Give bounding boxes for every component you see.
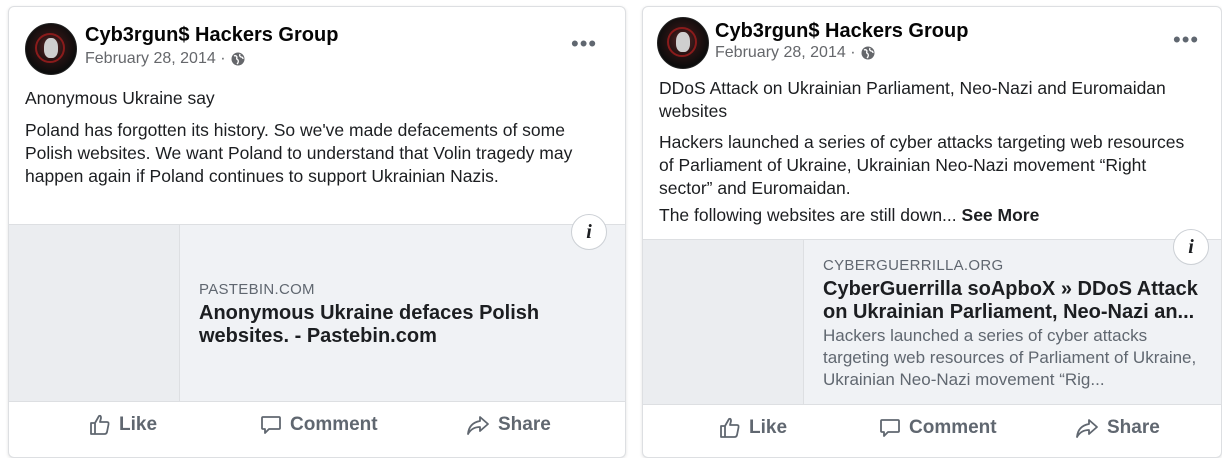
thumbs-up-icon	[90, 414, 110, 435]
avatar-mask-figure	[44, 38, 58, 58]
like-label: Like	[119, 414, 158, 435]
post-card-2: Cyb3rgun$ Hackers Group February 28, 201…	[642, 6, 1222, 458]
author-name[interactable]: Cyb3rgun$ Hackers Group	[85, 24, 338, 47]
like-button[interactable]: Like	[89, 403, 157, 447]
globe-icon	[231, 52, 245, 66]
link-preview[interactable]: CYBERGUERRILLA.ORG CyberGuerrilla soApbo…	[643, 239, 1221, 405]
like-label: Like	[749, 417, 788, 438]
author-avatar[interactable]	[25, 23, 77, 75]
link-title[interactable]: CyberGuerrilla soApboX » DDoS Attack on …	[823, 278, 1203, 324]
post-text-line-1: DDoS Attack on Ukrainian Parliament, Neo…	[659, 78, 1166, 121]
post-text-body: Poland has forgotten its history. So we'…	[25, 120, 573, 186]
comment-label: Comment	[290, 414, 378, 435]
comment-button[interactable]: Comment	[879, 406, 997, 450]
avatar-mask-figure	[676, 32, 690, 52]
link-domain: CYBERGUERRILLA.ORG	[823, 257, 1004, 274]
post-actions: Like Comment Share	[643, 406, 1221, 450]
author-avatar[interactable]	[657, 17, 709, 69]
post-date[interactable]: February 28, 2014 ·	[85, 50, 245, 68]
share-label: Share	[1107, 417, 1160, 438]
info-icon[interactable]: i	[571, 214, 607, 250]
link-thumbnail	[643, 240, 804, 404]
info-icon[interactable]: i	[1173, 229, 1209, 265]
link-preview[interactable]: PASTEBIN.COM Anonymous Ukraine defaces P…	[9, 224, 625, 402]
post-text-truncated: The following websites are still down...…	[659, 204, 1199, 227]
post-text-body: Hackers launched a series of cyber attac…	[659, 132, 1185, 198]
link-title[interactable]: Anonymous Ukraine defaces Polish website…	[199, 302, 599, 348]
link-domain: PASTEBIN.COM	[199, 281, 315, 298]
link-thumbnail	[9, 225, 180, 401]
post-date-text: February 28, 2014 ·	[85, 50, 226, 67]
comment-bubble-icon	[261, 416, 281, 434]
more-options-icon[interactable]: •••	[571, 33, 597, 55]
author-name[interactable]: Cyb3rgun$ Hackers Group	[715, 20, 968, 43]
post-text-line-1: Anonymous Ukraine say	[25, 88, 215, 108]
post-text-tail: The following websites are still down...	[659, 205, 957, 225]
comment-label: Comment	[909, 417, 997, 438]
post-date[interactable]: February 28, 2014 ·	[715, 44, 875, 62]
post-actions: Like Comment Share	[9, 403, 625, 447]
more-options-icon[interactable]: •••	[1173, 29, 1199, 51]
share-arrow-icon	[467, 416, 489, 435]
post-header: Cyb3rgun$ Hackers Group February 28, 201…	[9, 7, 625, 87]
share-button[interactable]: Share	[1075, 406, 1160, 450]
see-more-link[interactable]: See More	[962, 205, 1040, 225]
thumbs-up-icon	[720, 417, 740, 438]
comment-button[interactable]: Comment	[260, 403, 378, 447]
link-description: Hackers launched a series of cyber attac…	[823, 326, 1197, 389]
globe-icon	[861, 46, 875, 60]
post-card-1: Cyb3rgun$ Hackers Group February 28, 201…	[8, 6, 626, 458]
share-button[interactable]: Share	[466, 403, 551, 447]
share-label: Share	[498, 414, 551, 435]
share-arrow-icon	[1076, 419, 1098, 438]
comment-bubble-icon	[880, 419, 900, 437]
like-button[interactable]: Like	[719, 406, 787, 450]
post-date-text: February 28, 2014 ·	[715, 44, 856, 61]
post-header: Cyb3rgun$ Hackers Group February 28, 201…	[643, 7, 1221, 87]
